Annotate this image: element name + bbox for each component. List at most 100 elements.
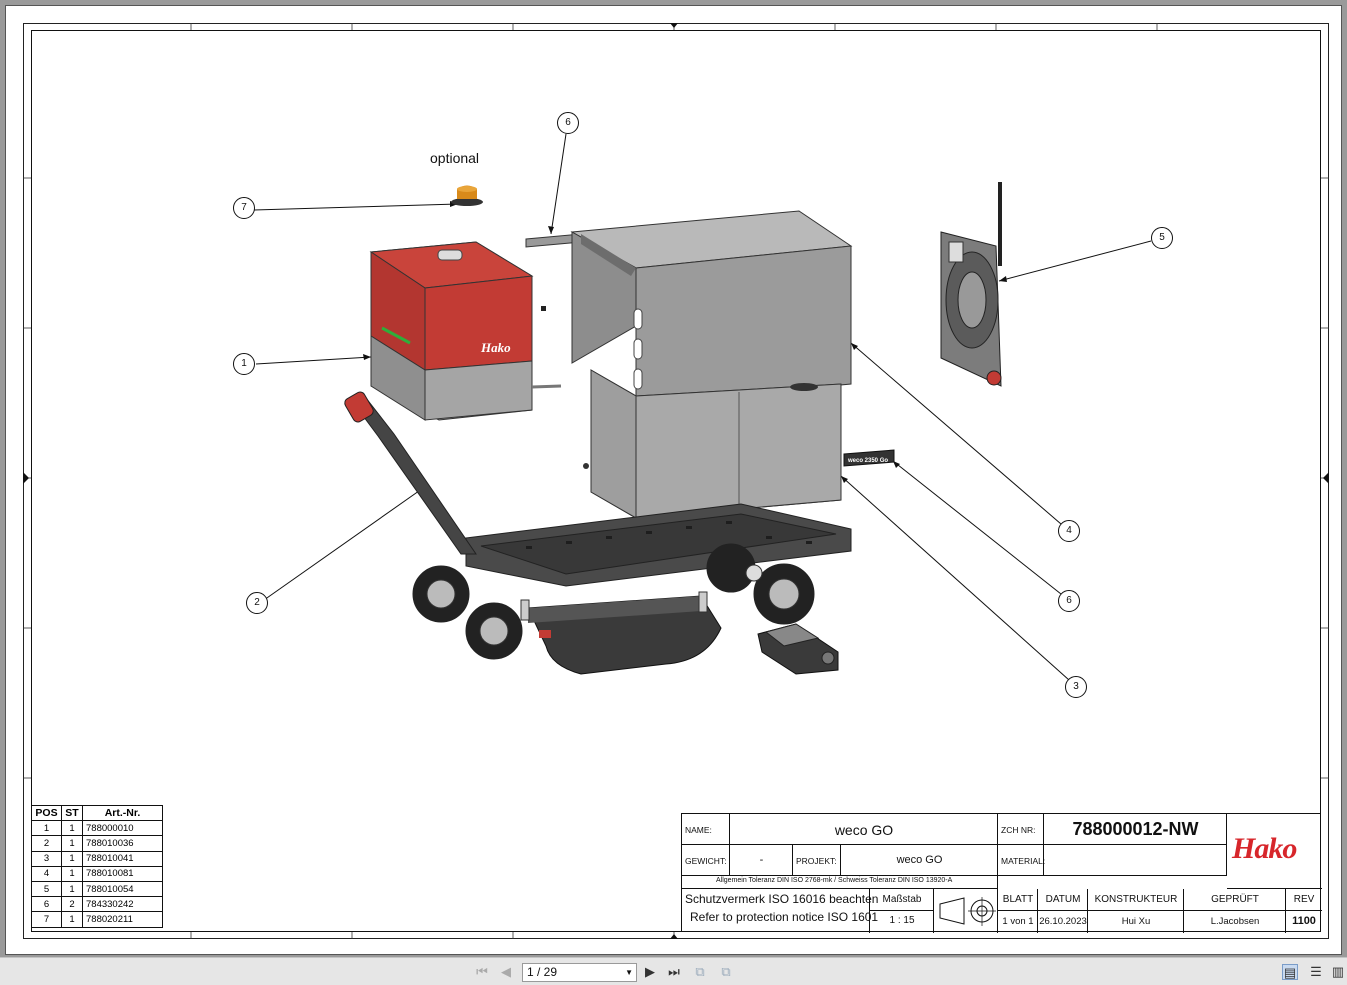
drawing-number: 788000012-NW <box>1072 819 1199 839</box>
col-header-pos: POS <box>31 804 62 822</box>
two-page-view-icon[interactable]: ▥ <box>1330 964 1346 980</box>
protection-note-de: Schutzvermerk ISO 16016 beachten <box>685 892 879 906</box>
cell-pos: 6 <box>31 896 62 913</box>
optional-note: optional <box>430 150 480 166</box>
beacon-light-part <box>451 185 483 206</box>
cell-st: 1 <box>61 820 83 837</box>
cell-st: 1 <box>61 880 83 898</box>
table-row: 4 1 788010081 <box>31 865 163 882</box>
projection-symbol-icon <box>939 897 996 926</box>
title-block: NAME: weco GO ZCH NR: 788000012-NW GEWIC… <box>681 813 1322 933</box>
cell-art-nr: 788000010 <box>82 820 163 837</box>
table-row: 5 1 788010054 <box>31 880 163 898</box>
konstrukteur-value: Hui Xu <box>1121 916 1151 927</box>
last-page-button[interactable]: ⏭ <box>666 964 682 980</box>
projekt-label: PROJEKT: <box>796 856 837 866</box>
cell-st: 1 <box>61 835 83 852</box>
balloon-1: 1 <box>233 353 255 375</box>
cell-art-nr: 788010081 <box>82 865 163 882</box>
geprueft-value: L.Jacobsen <box>1210 916 1260 927</box>
cell-pos: 4 <box>31 865 62 882</box>
cell-st: 2 <box>61 896 83 913</box>
leader-line-7 <box>253 203 459 211</box>
datum-value: 26.10.2023 <box>1039 916 1087 927</box>
leader-line-6b <box>892 460 1062 595</box>
leader-line-6a <box>550 133 567 235</box>
drawing-name: weco GO <box>834 822 894 838</box>
leader-line-1 <box>255 356 372 365</box>
balloon-4: 4 <box>1058 520 1080 542</box>
gewicht-value: - <box>759 854 764 866</box>
leader-line-5 <box>998 240 1152 282</box>
protection-note-en: Refer to protection notice ISO 1601 <box>690 910 879 924</box>
chevron-down-icon: ▼ <box>625 968 633 977</box>
label-plate-text: weco 2350 Go <box>847 458 888 464</box>
single-page-view-icon[interactable]: ▤ <box>1282 964 1298 980</box>
page-indicator: 1 / 29 <box>527 965 558 979</box>
leader-line-3 <box>840 475 1070 681</box>
cell-st: 1 <box>61 911 83 928</box>
tank-part <box>583 369 842 519</box>
cell-pos: 1 <box>31 820 62 837</box>
projekt-value: weco GO <box>896 854 943 866</box>
table-row: 6 2 784330242 <box>31 896 163 913</box>
drawing-sheet: Hako weco 2350 Go 1 2 3 4 5 6 6 7 option… <box>5 5 1342 955</box>
konstrukteur-label: KONSTRUKTEUR <box>1094 894 1178 905</box>
geprueft-label: GEPRÜFT <box>1211 894 1259 905</box>
motor-assembly-part <box>757 623 839 675</box>
cell-art-nr: 788010054 <box>82 880 163 898</box>
label-plate-part: weco 2350 Go <box>843 449 895 467</box>
leader-line-4 <box>850 342 1062 525</box>
balloon-5: 5 <box>1151 227 1173 249</box>
cell-pos: 5 <box>31 880 62 898</box>
rotate-left-icon[interactable]: ⧉ <box>692 964 708 980</box>
name-label: NAME: <box>685 825 712 835</box>
balloon-6-top: 6 <box>557 112 579 134</box>
balloon-7: 7 <box>233 197 255 219</box>
datum-label: DATUM <box>1045 894 1081 905</box>
page-selector[interactable]: 1 / 29 ▼ <box>522 963 637 982</box>
previous-page-button[interactable]: ◀ <box>498 964 514 980</box>
continuous-view-icon[interactable]: ☰ <box>1308 964 1324 980</box>
massstab-value: 1 : 15 <box>889 915 915 926</box>
balloon-3: 3 <box>1065 676 1087 698</box>
hose-reel-part <box>940 182 1002 387</box>
rotate-right-icon[interactable]: ⧉ <box>718 964 734 980</box>
rev-value: 1100 <box>1292 915 1316 927</box>
table-row: 2 1 788010036 <box>31 835 163 852</box>
cell-st: 1 <box>61 865 83 882</box>
document-viewport[interactable]: Hako weco 2350 Go 1 2 3 4 5 6 6 7 option… <box>0 0 1347 957</box>
balloon-6-plate: 6 <box>1058 590 1080 612</box>
machine-unit-part: Hako <box>369 241 562 421</box>
next-page-button[interactable]: ▶ <box>642 964 658 980</box>
zch-nr-label: ZCH NR: <box>1001 825 1036 835</box>
first-page-button[interactable]: ⏮ <box>474 964 490 980</box>
cell-st: 1 <box>61 850 83 867</box>
hako-logo: Hako <box>1232 832 1297 865</box>
machine-logo-text: Hako <box>480 340 511 355</box>
col-header-art-nr: Art.-Nr. <box>82 804 163 822</box>
parts-list-table: POS ST Art.-Nr. 1 1 788000010 2 1 788010036 … <box>31 804 163 928</box>
col-header-st: ST <box>61 804 83 822</box>
table-row: 1 1 788000010 <box>31 820 163 837</box>
leader-line-2 <box>263 485 427 601</box>
material-label: MATERIAL: <box>1001 856 1046 866</box>
cell-art-nr: 788010041 <box>82 850 163 867</box>
table-row: 3 1 788010041 <box>31 850 163 867</box>
cell-pos: 2 <box>31 835 62 852</box>
table-row: 7 1 788020211 <box>31 911 163 928</box>
blatt-value: 1 von 1 <box>1002 916 1034 927</box>
cell-pos: 3 <box>31 850 62 867</box>
cover-box-part <box>570 210 853 405</box>
cell-art-nr: 784330242 <box>82 896 163 913</box>
tolerance-note: Allgemein Toleranz DIN ISO 2768-mk / Sch… <box>716 877 953 884</box>
cell-art-nr: 788020211 <box>82 911 163 928</box>
blatt-label: BLATT <box>1002 894 1034 905</box>
massstab-label: Maßstab <box>882 894 922 905</box>
viewer-toolbar: ⏮ ◀ 1 / 29 ▼ ▶ ⏭ ⧉ ⧉ ▤ ☰ ▥ <box>0 957 1347 985</box>
balloon-2: 2 <box>246 592 268 614</box>
rev-label: REV <box>1293 894 1315 905</box>
deck-tray-part <box>520 591 722 675</box>
gewicht-label: GEWICHT: <box>685 856 727 866</box>
cell-pos: 7 <box>31 911 62 928</box>
